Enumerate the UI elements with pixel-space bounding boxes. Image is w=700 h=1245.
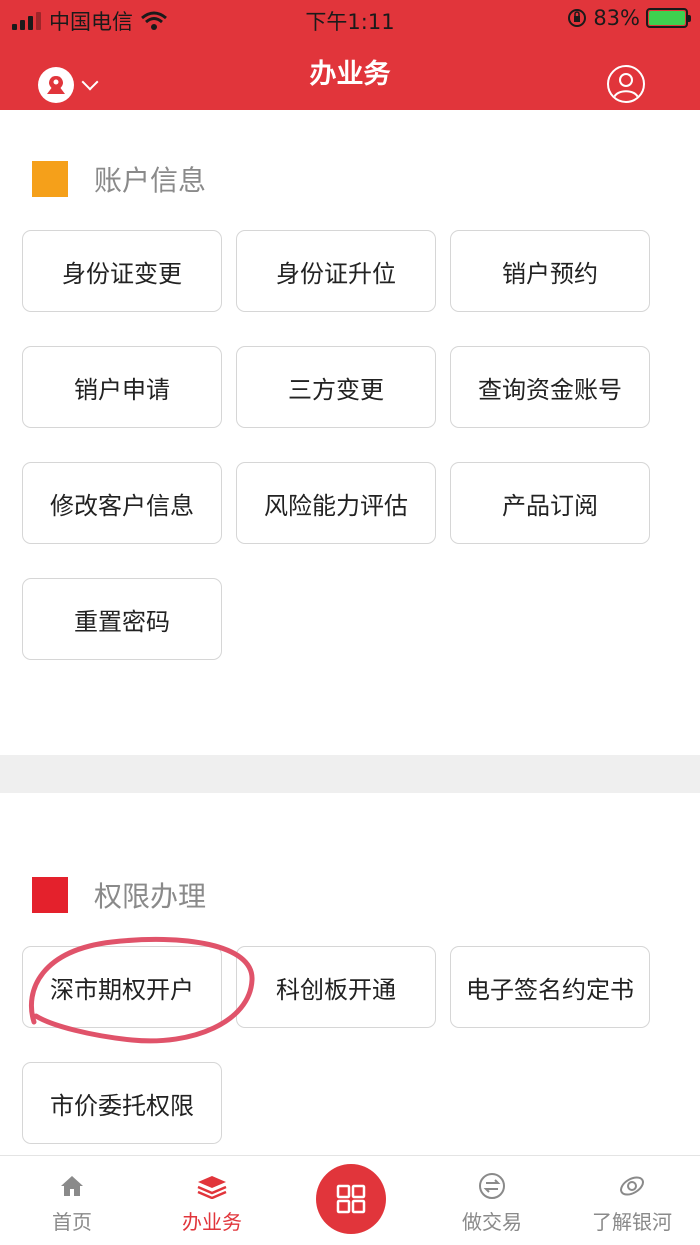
battery-percent: 83% bbox=[593, 6, 640, 30]
btn-star-market-open[interactable]: 科创板开通 bbox=[236, 946, 436, 1028]
btn-sz-options-open[interactable]: 深市期权开户 bbox=[22, 946, 222, 1028]
exchange-icon bbox=[479, 1173, 505, 1199]
btn-edit-customer-info[interactable]: 修改客户信息 bbox=[22, 462, 222, 544]
btn-id-card-change[interactable]: 身份证变更 bbox=[22, 230, 222, 312]
section-marker bbox=[32, 161, 68, 197]
btn-product-subscribe[interactable]: 产品订阅 bbox=[450, 462, 650, 544]
battery-icon bbox=[646, 8, 691, 28]
galaxy-icon bbox=[620, 1176, 644, 1196]
btn-e-signature-agreement[interactable]: 电子签名约定书 bbox=[450, 946, 650, 1028]
btn-risk-assessment[interactable]: 风险能力评估 bbox=[236, 462, 436, 544]
tab-label: 做交易 bbox=[462, 1210, 522, 1234]
btn-third-party-change[interactable]: 三方变更 bbox=[236, 346, 436, 428]
section-marker bbox=[32, 877, 68, 913]
btn-id-card-upgrade[interactable]: 身份证升位 bbox=[236, 230, 436, 312]
nav-bar: 办业务 bbox=[0, 40, 700, 110]
orientation-lock-icon bbox=[568, 9, 587, 27]
tab-about[interactable]: 了解银河 bbox=[562, 1156, 700, 1245]
section-divider bbox=[0, 755, 700, 793]
tab-home[interactable]: 首页 bbox=[2, 1156, 142, 1245]
section-permissions: 权限办理 深市期权开户 科创板开通 电子签名约定书 市价委托权限 bbox=[0, 793, 700, 1155]
btn-close-account-reserve[interactable]: 销户预约 bbox=[450, 230, 650, 312]
section-title: 账户信息 bbox=[94, 164, 207, 197]
tab-trade[interactable]: 做交易 bbox=[422, 1156, 562, 1245]
user-icon bbox=[613, 73, 639, 99]
status-bar: 中国电信 下午1:11 83% bbox=[0, 0, 700, 40]
home-icon bbox=[61, 1176, 83, 1196]
tab-label: 首页 bbox=[52, 1210, 92, 1234]
section-title: 权限办理 bbox=[94, 880, 207, 913]
user-profile-button[interactable] bbox=[607, 65, 645, 103]
btn-close-account-apply[interactable]: 销户申请 bbox=[22, 346, 222, 428]
tab-bar: 首页 办业务 做交易 了解银河 bbox=[0, 1155, 700, 1245]
btn-query-fund-account[interactable]: 查询资金账号 bbox=[450, 346, 650, 428]
btn-market-order-permission[interactable]: 市价委托权限 bbox=[22, 1062, 222, 1144]
section-header: 权限办理 bbox=[32, 875, 206, 915]
tab-label: 了解银河 bbox=[592, 1210, 672, 1234]
btn-reset-password[interactable]: 重置密码 bbox=[22, 578, 222, 660]
page-title: 办业务 bbox=[309, 59, 391, 90]
tab-business[interactable]: 办业务 bbox=[142, 1156, 282, 1245]
layers-icon bbox=[197, 1176, 227, 1199]
tab-label: 办业务 bbox=[182, 1210, 242, 1234]
status-right: 83% bbox=[567, 6, 691, 30]
section-header: 账户信息 bbox=[32, 159, 206, 199]
grid-icon bbox=[336, 1184, 366, 1214]
section-account-info: 账户信息 身份证变更 身份证升位 销户预约 销户申请 三方变更 查询资金账号 修… bbox=[0, 110, 700, 755]
center-menu-button[interactable] bbox=[316, 1164, 386, 1234]
